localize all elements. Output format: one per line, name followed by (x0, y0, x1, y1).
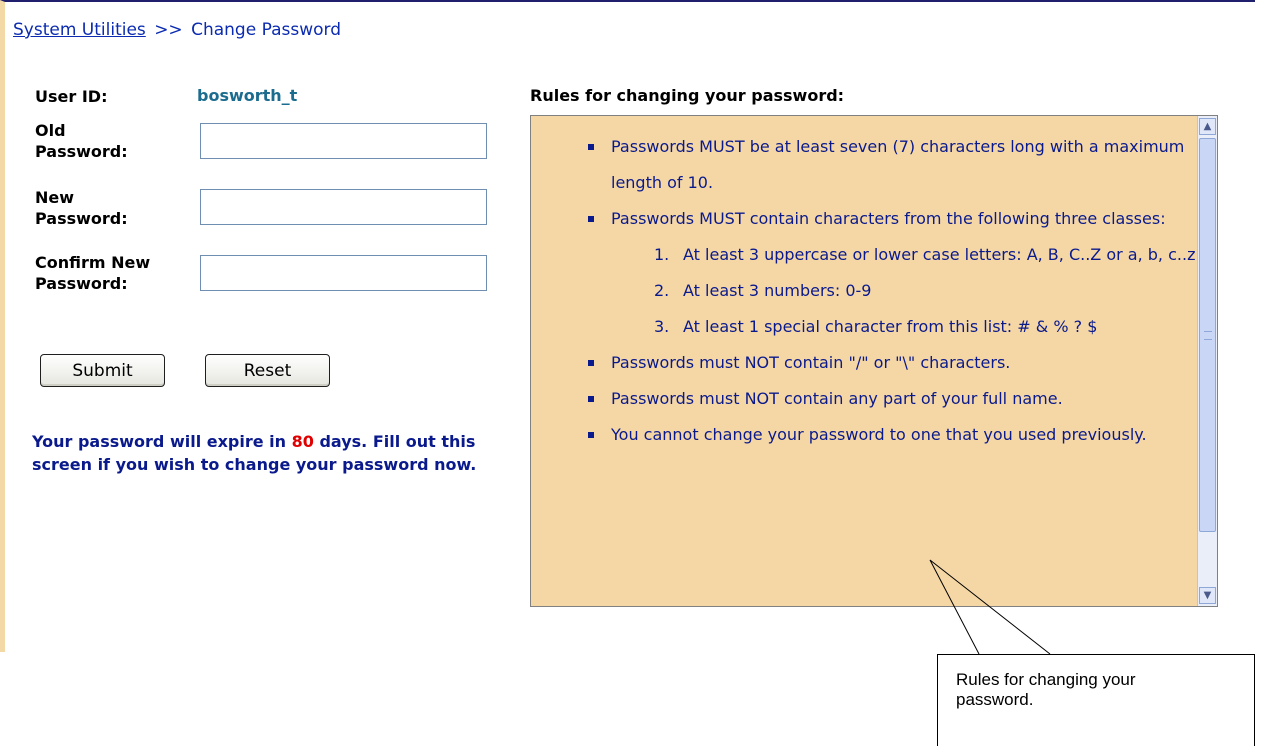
breadcrumb-separator: >> (154, 20, 183, 40)
scrollbar-thumb[interactable] (1199, 138, 1216, 532)
rule-subitem-number: 2. (654, 281, 670, 300)
new-password-label: New Password: (35, 188, 128, 228)
confirm-password-label: Confirm New Password: (35, 253, 151, 293)
scroll-up-arrow-icon[interactable]: ▲ (1199, 118, 1216, 135)
user-id-label: User ID: (35, 87, 108, 106)
reset-button[interactable]: Reset (205, 354, 330, 387)
scroll-down-arrow-icon[interactable]: ▼ (1199, 587, 1216, 604)
new-password-field[interactable] (200, 189, 487, 225)
rule-subitem: 2. At least 3 numbers: 0-9 (531, 273, 1196, 309)
rule-subitem: 1. At least 3 uppercase or lower case let… (531, 237, 1196, 273)
rules-box: Passwords MUST be at least seven (7) cha… (530, 115, 1218, 607)
callout-text: Rules for changing your password. (956, 670, 1136, 709)
rule-subitem: 3. At least 1 special character from this… (531, 309, 1196, 345)
submit-button[interactable]: Submit (40, 354, 165, 387)
grip-icon (1203, 330, 1212, 340)
breadcrumb-link-system-utilities[interactable]: System Utilities (13, 20, 146, 40)
rules-scrollbar[interactable]: ▲ ▼ (1197, 116, 1217, 606)
rules-title: Rules for changing your password: (530, 86, 845, 105)
old-password-field[interactable] (200, 123, 487, 159)
rule-item: You cannot change your password to one t… (531, 417, 1196, 453)
rule-subitem-text: At least 3 uppercase or lower case lette… (683, 245, 1196, 264)
rule-item: Passwords MUST be at least seven (7) cha… (531, 129, 1196, 201)
user-id-value: bosworth_t (197, 86, 298, 105)
old-password-label: Old Password: (35, 121, 128, 161)
rule-subitem-number: 3. (654, 317, 670, 336)
rule-subitem-text: At least 1 special character from this l… (683, 317, 1098, 336)
rule-subitem-number: 1. (654, 245, 670, 264)
breadcrumb: System Utilities >> Change Password (13, 20, 341, 40)
expiry-days: 80 (291, 432, 314, 451)
confirm-password-field[interactable] (200, 255, 487, 291)
expiry-prefix: Your password will expire in (32, 432, 292, 451)
rule-item: Passwords must NOT contain any part of y… (531, 381, 1196, 417)
breadcrumb-current: Change Password (191, 20, 341, 40)
rule-item: Passwords MUST contain characters from t… (531, 201, 1196, 237)
rule-subitem-text: At least 3 numbers: 0-9 (683, 281, 872, 300)
rule-item: Passwords must NOT contain "/" or "\" ch… (531, 345, 1196, 381)
rules-list: Passwords MUST be at least seven (7) cha… (531, 116, 1196, 606)
expiry-message: Your password will expire in 80 days. Fi… (32, 430, 512, 476)
